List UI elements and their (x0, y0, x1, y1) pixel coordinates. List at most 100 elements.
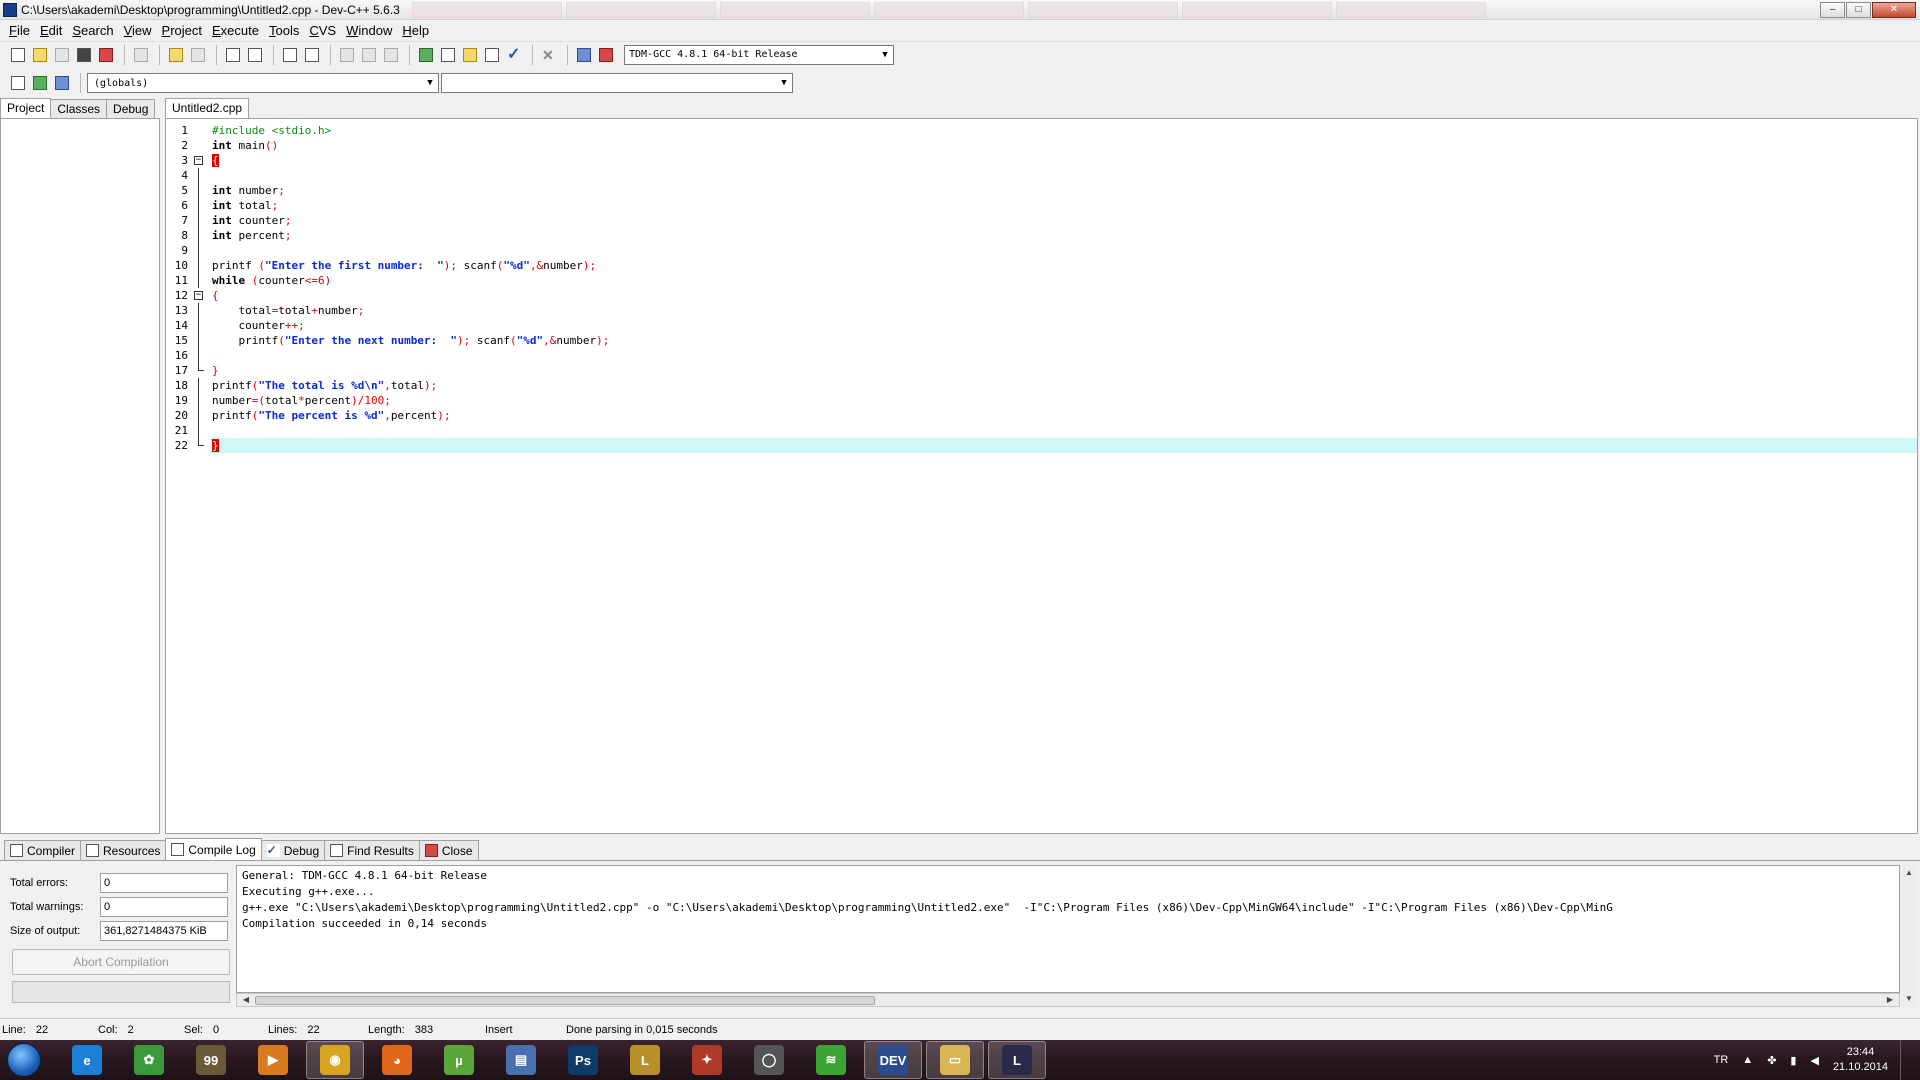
tray-expand-icon[interactable]: ▲ (1742, 1054, 1753, 1066)
col-value: 2 (127, 1023, 134, 1036)
tab-close[interactable]: Close (418, 840, 479, 860)
code-line: 9 (181, 243, 1917, 258)
menu-cvs[interactable]: CVS (304, 23, 341, 38)
league-legends-icon: L (630, 1045, 660, 1075)
taskbar-computer[interactable]: ▤ (492, 1041, 550, 1079)
delete-profile-button[interactable] (596, 45, 616, 65)
find-button[interactable] (223, 45, 243, 65)
undo-button[interactable] (166, 45, 186, 65)
indent-button[interactable] (280, 45, 300, 65)
compile-button[interactable] (460, 45, 480, 65)
code-area[interactable]: 1 #include <stdio.h> 2 int main() 3−{ 4 5i… (175, 123, 1917, 453)
minimize-button[interactable]: – (1820, 1, 1845, 18)
menu-project[interactable]: Project (157, 23, 207, 38)
syntax-check-button[interactable]: ✓ (504, 45, 524, 65)
menu-edit[interactable]: Edit (35, 23, 67, 38)
length-value: 383 (414, 1023, 434, 1036)
menu-file[interactable]: File (4, 23, 35, 38)
taskbar-media-player[interactable]: ▶ (244, 1041, 302, 1079)
bookmark-toggle-button[interactable] (52, 73, 72, 93)
menu-view[interactable]: View (119, 23, 157, 38)
close-button[interactable]: ✕ (1872, 1, 1916, 18)
save-button[interactable] (52, 45, 72, 65)
volume-icon[interactable]: ◀ (1810, 1054, 1818, 1067)
replace-button[interactable] (245, 45, 265, 65)
taskbar-firefox[interactable]: ◕ (368, 1041, 426, 1079)
menu-execute[interactable]: Execute (207, 23, 264, 38)
vertical-scrollbar[interactable]: ▲ ▼ (1902, 865, 1916, 1007)
window-button[interactable] (438, 45, 458, 65)
print-button[interactable] (131, 45, 151, 65)
scroll-down-icon[interactable]: ▼ (1902, 993, 1916, 1005)
tab-debug[interactable]: Debug (106, 99, 156, 118)
fold-toggle-icon[interactable]: − (194, 156, 203, 165)
scroll-right-icon[interactable]: ▶ (1883, 994, 1897, 1006)
taskbar-league-legends[interactable]: L (616, 1041, 674, 1079)
menu-search[interactable]: Search (67, 23, 118, 38)
close-file-button[interactable] (96, 45, 116, 65)
scroll-left-icon[interactable]: ◀ (239, 994, 253, 1006)
scroll-up-icon[interactable]: ▲ (1902, 867, 1916, 879)
language-indicator[interactable]: TR (1714, 1054, 1729, 1066)
taskbar-league-client[interactable]: L (988, 1041, 1046, 1079)
total-warnings-value: 0 (100, 897, 228, 917)
save-all-button[interactable] (74, 45, 94, 65)
tab-find-results[interactable]: Find Results (324, 840, 420, 860)
taskbar-utorrent[interactable]: µ (430, 1041, 488, 1079)
unindent-button[interactable] (302, 45, 322, 65)
find-icon (330, 844, 344, 857)
taskbar-internet-explorer[interactable]: e (58, 1041, 116, 1079)
taskbar-apps: e ✿ 99 ▶ ◉ ◕ µ ▤ Ps L ✦ ◯ ≋ DEV ▭ L (58, 1041, 1050, 1079)
taskbar-app-ring[interactable]: ◯ (740, 1041, 798, 1079)
taskbar-spotify[interactable]: ≋ (802, 1041, 860, 1079)
tab-untitled2[interactable]: Untitled2.cpp (165, 98, 250, 118)
fold-toggle-icon[interactable]: − (194, 291, 203, 300)
tab-classes[interactable]: Classes (50, 99, 108, 118)
clock[interactable]: 23:44 21.10.2014 (1833, 1045, 1888, 1075)
scope-combo[interactable]: (globals) ▼ (87, 73, 439, 93)
tab-debug-output[interactable]: ✓ Debug (260, 840, 326, 860)
taskbar-rust-game[interactable]: ✦ (678, 1041, 736, 1079)
insert-button[interactable] (8, 73, 28, 93)
tab-compile-log[interactable]: Compile Log (165, 838, 262, 860)
tab-resources[interactable]: Resources (80, 840, 167, 860)
redo-button[interactable] (188, 45, 208, 65)
length-label: Length: (368, 1023, 405, 1036)
taskbar-photoshop[interactable]: Ps (554, 1041, 612, 1079)
new-project-button[interactable] (416, 45, 436, 65)
taskbar-dev-cpp[interactable]: DEV (864, 1041, 922, 1079)
scroll-thumb[interactable] (255, 996, 875, 1005)
firefox-icon: ◕ (382, 1045, 412, 1075)
dropbox-icon[interactable]: ✤ (1767, 1054, 1776, 1067)
back-button[interactable] (337, 45, 357, 65)
menu-window[interactable]: Window (341, 23, 397, 38)
taskbar-explorer[interactable]: ▭ (926, 1041, 984, 1079)
code-editor[interactable]: 1 #include <stdio.h> 2 int main() 3−{ 4 5i… (165, 118, 1918, 834)
horizontal-scrollbar[interactable]: ◀ ▶ (236, 993, 1900, 1007)
taskbar-chrome[interactable]: ◉ (306, 1041, 364, 1079)
compiler-select[interactable]: TDM-GCC 4.8.1 64-bit Release ▼ (624, 44, 894, 65)
nature-icon-icon: ✿ (134, 1045, 164, 1075)
profile-button[interactable] (574, 45, 594, 65)
abort-compilation-button[interactable]: Abort Compilation (12, 949, 230, 975)
forward-button[interactable] (359, 45, 379, 65)
goto-button[interactable] (30, 73, 50, 93)
menu-tools[interactable]: Tools (264, 23, 304, 38)
bookmark-button[interactable] (381, 45, 401, 65)
new-file-button[interactable] (8, 45, 28, 65)
menu-help[interactable]: Help (397, 23, 434, 38)
network-icon[interactable]: ▮ (1790, 1054, 1796, 1067)
maximize-button[interactable]: □ (1846, 1, 1871, 18)
project-browser[interactable] (0, 118, 160, 834)
taskbar-nature-icon[interactable]: ✿ (120, 1041, 178, 1079)
compile-log-output[interactable]: General: TDM-GCC 4.8.1 64-bit Release Ex… (236, 865, 1900, 993)
stop-button[interactable]: ✕ (539, 45, 559, 65)
member-combo[interactable]: ▼ (441, 73, 793, 93)
taskbar-game-99[interactable]: 99 (182, 1041, 240, 1079)
tab-compiler[interactable]: Compiler (4, 840, 82, 860)
show-desktop-button[interactable] (1900, 1040, 1910, 1080)
open-button[interactable] (30, 45, 50, 65)
start-button[interactable] (0, 1040, 48, 1080)
run-button[interactable] (482, 45, 502, 65)
tab-project[interactable]: Project (0, 98, 52, 118)
